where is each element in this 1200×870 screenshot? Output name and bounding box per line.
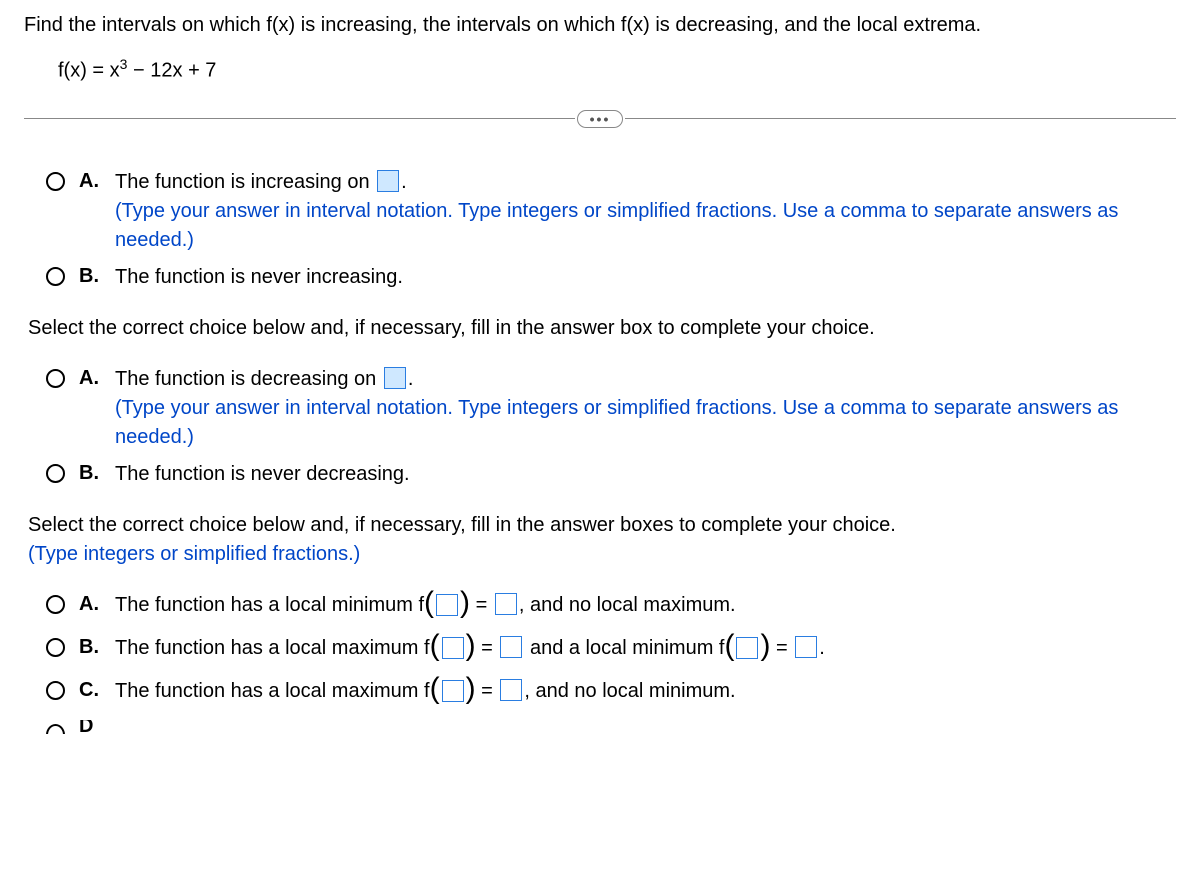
answer-blank[interactable] [736, 637, 758, 659]
choice-text: The function has a local maximum f() = ,… [115, 677, 1176, 706]
text-post: . [408, 368, 414, 390]
formula-suffix: − 12x + 7 [127, 60, 216, 82]
paren-blank: () [430, 637, 476, 659]
text-post: . [819, 637, 825, 659]
divider-left [24, 118, 575, 119]
divider-right [625, 118, 1176, 119]
choice-text: The function has a local maximum f() = a… [115, 634, 1176, 663]
answer-blank[interactable] [377, 170, 399, 192]
radio-button[interactable] [46, 595, 65, 614]
radio-button[interactable] [46, 464, 65, 483]
text-pre: The function has a local minimum f [115, 594, 424, 616]
paren-blank: () [724, 637, 770, 659]
radio-button[interactable] [46, 681, 65, 700]
expand-button[interactable]: ••• [577, 110, 624, 128]
prompt-line1: Select the correct choice below and, if … [28, 514, 896, 536]
choice-group-increasing: A. The function is increasing on . (Type… [46, 168, 1176, 292]
eq-text: = [476, 637, 499, 659]
question-intro: Find the intervals on which f(x) is incr… [24, 14, 1176, 37]
choice-letter: B. [79, 634, 103, 659]
prompt-decreasing: Select the correct choice below and, if … [28, 314, 1176, 343]
text-pre: The function has a local maximum f [115, 680, 430, 702]
choice-row: A. The function is decreasing on . (Type… [46, 365, 1176, 452]
eq-text: = [476, 680, 499, 702]
left-paren-icon: ( [430, 636, 440, 656]
choice-text: The function is never increasing. [115, 263, 1176, 292]
answer-blank[interactable] [500, 636, 522, 658]
hint-text: (Type your answer in interval notation. … [115, 397, 1118, 448]
formula-prefix: f(x) = x [58, 60, 120, 82]
radio-button[interactable] [46, 172, 65, 191]
choice-letter: A. [79, 591, 103, 616]
left-paren-icon: ( [424, 593, 434, 613]
divider-row: ••• [24, 110, 1176, 128]
answer-blank[interactable] [384, 367, 406, 389]
answer-blank[interactable] [500, 679, 522, 701]
paren-blank: () [430, 680, 476, 702]
text-post: . [401, 171, 407, 193]
text-pre: The function is increasing on [115, 171, 375, 193]
answer-blank[interactable] [495, 593, 517, 615]
choice-letter: A. [79, 168, 103, 193]
text-post: , and no local minimum. [524, 680, 735, 702]
choice-text: The function is increasing on . (Type yo… [115, 168, 1176, 255]
hint-text: (Type your answer in interval notation. … [115, 200, 1118, 251]
paren-blank: () [424, 594, 470, 616]
choice-row: C. The function has a local maximum f() … [46, 677, 1176, 706]
choice-row: A. The function has a local minimum f() … [46, 591, 1176, 620]
left-paren-icon: ( [430, 679, 440, 699]
text-pre: The function is decreasing on [115, 368, 382, 390]
right-paren-icon: ) [466, 679, 476, 699]
answer-blank[interactable] [795, 636, 817, 658]
eq-text: = [770, 637, 793, 659]
prompt-line2: (Type integers or simplified fractions.) [28, 543, 360, 565]
choice-row-cutoff: D [46, 720, 1176, 734]
left-paren-icon: ( [724, 636, 734, 656]
answer-blank[interactable] [436, 594, 458, 616]
right-paren-icon: ) [466, 636, 476, 656]
choice-text: The function has a local minimum f() = ,… [115, 591, 1176, 620]
radio-button[interactable] [46, 267, 65, 286]
right-paren-icon: ) [460, 593, 470, 613]
radio-button[interactable] [46, 724, 65, 734]
prompt-extrema: Select the correct choice below and, if … [28, 511, 1176, 569]
choice-letter: D [79, 720, 103, 732]
choice-group-extrema: A. The function has a local minimum f() … [46, 591, 1176, 734]
choice-group-decreasing: A. The function is decreasing on . (Type… [46, 365, 1176, 489]
text-pre: The function has a local maximum f [115, 637, 430, 659]
choice-row: B. The function has a local maximum f() … [46, 634, 1176, 663]
eq-text: = [470, 594, 493, 616]
choice-letter: B. [79, 460, 103, 485]
choice-letter: A. [79, 365, 103, 390]
answer-blank[interactable] [442, 637, 464, 659]
choice-letter: C. [79, 677, 103, 702]
choice-row: B. The function is never increasing. [46, 263, 1176, 292]
radio-button[interactable] [46, 369, 65, 388]
choice-letter: B. [79, 263, 103, 288]
choice-row: A. The function is increasing on . (Type… [46, 168, 1176, 255]
text-mid: and a local minimum f [524, 637, 724, 659]
text-post: , and no local maximum. [519, 594, 736, 616]
choice-text: The function is never decreasing. [115, 460, 1176, 489]
answer-blank[interactable] [442, 680, 464, 702]
function-formula: f(x) = x3 − 12x + 7 [24, 55, 1176, 84]
choice-row: B. The function is never decreasing. [46, 460, 1176, 489]
choice-text: The function is decreasing on . (Type yo… [115, 365, 1176, 452]
right-paren-icon: ) [760, 636, 770, 656]
radio-button[interactable] [46, 638, 65, 657]
